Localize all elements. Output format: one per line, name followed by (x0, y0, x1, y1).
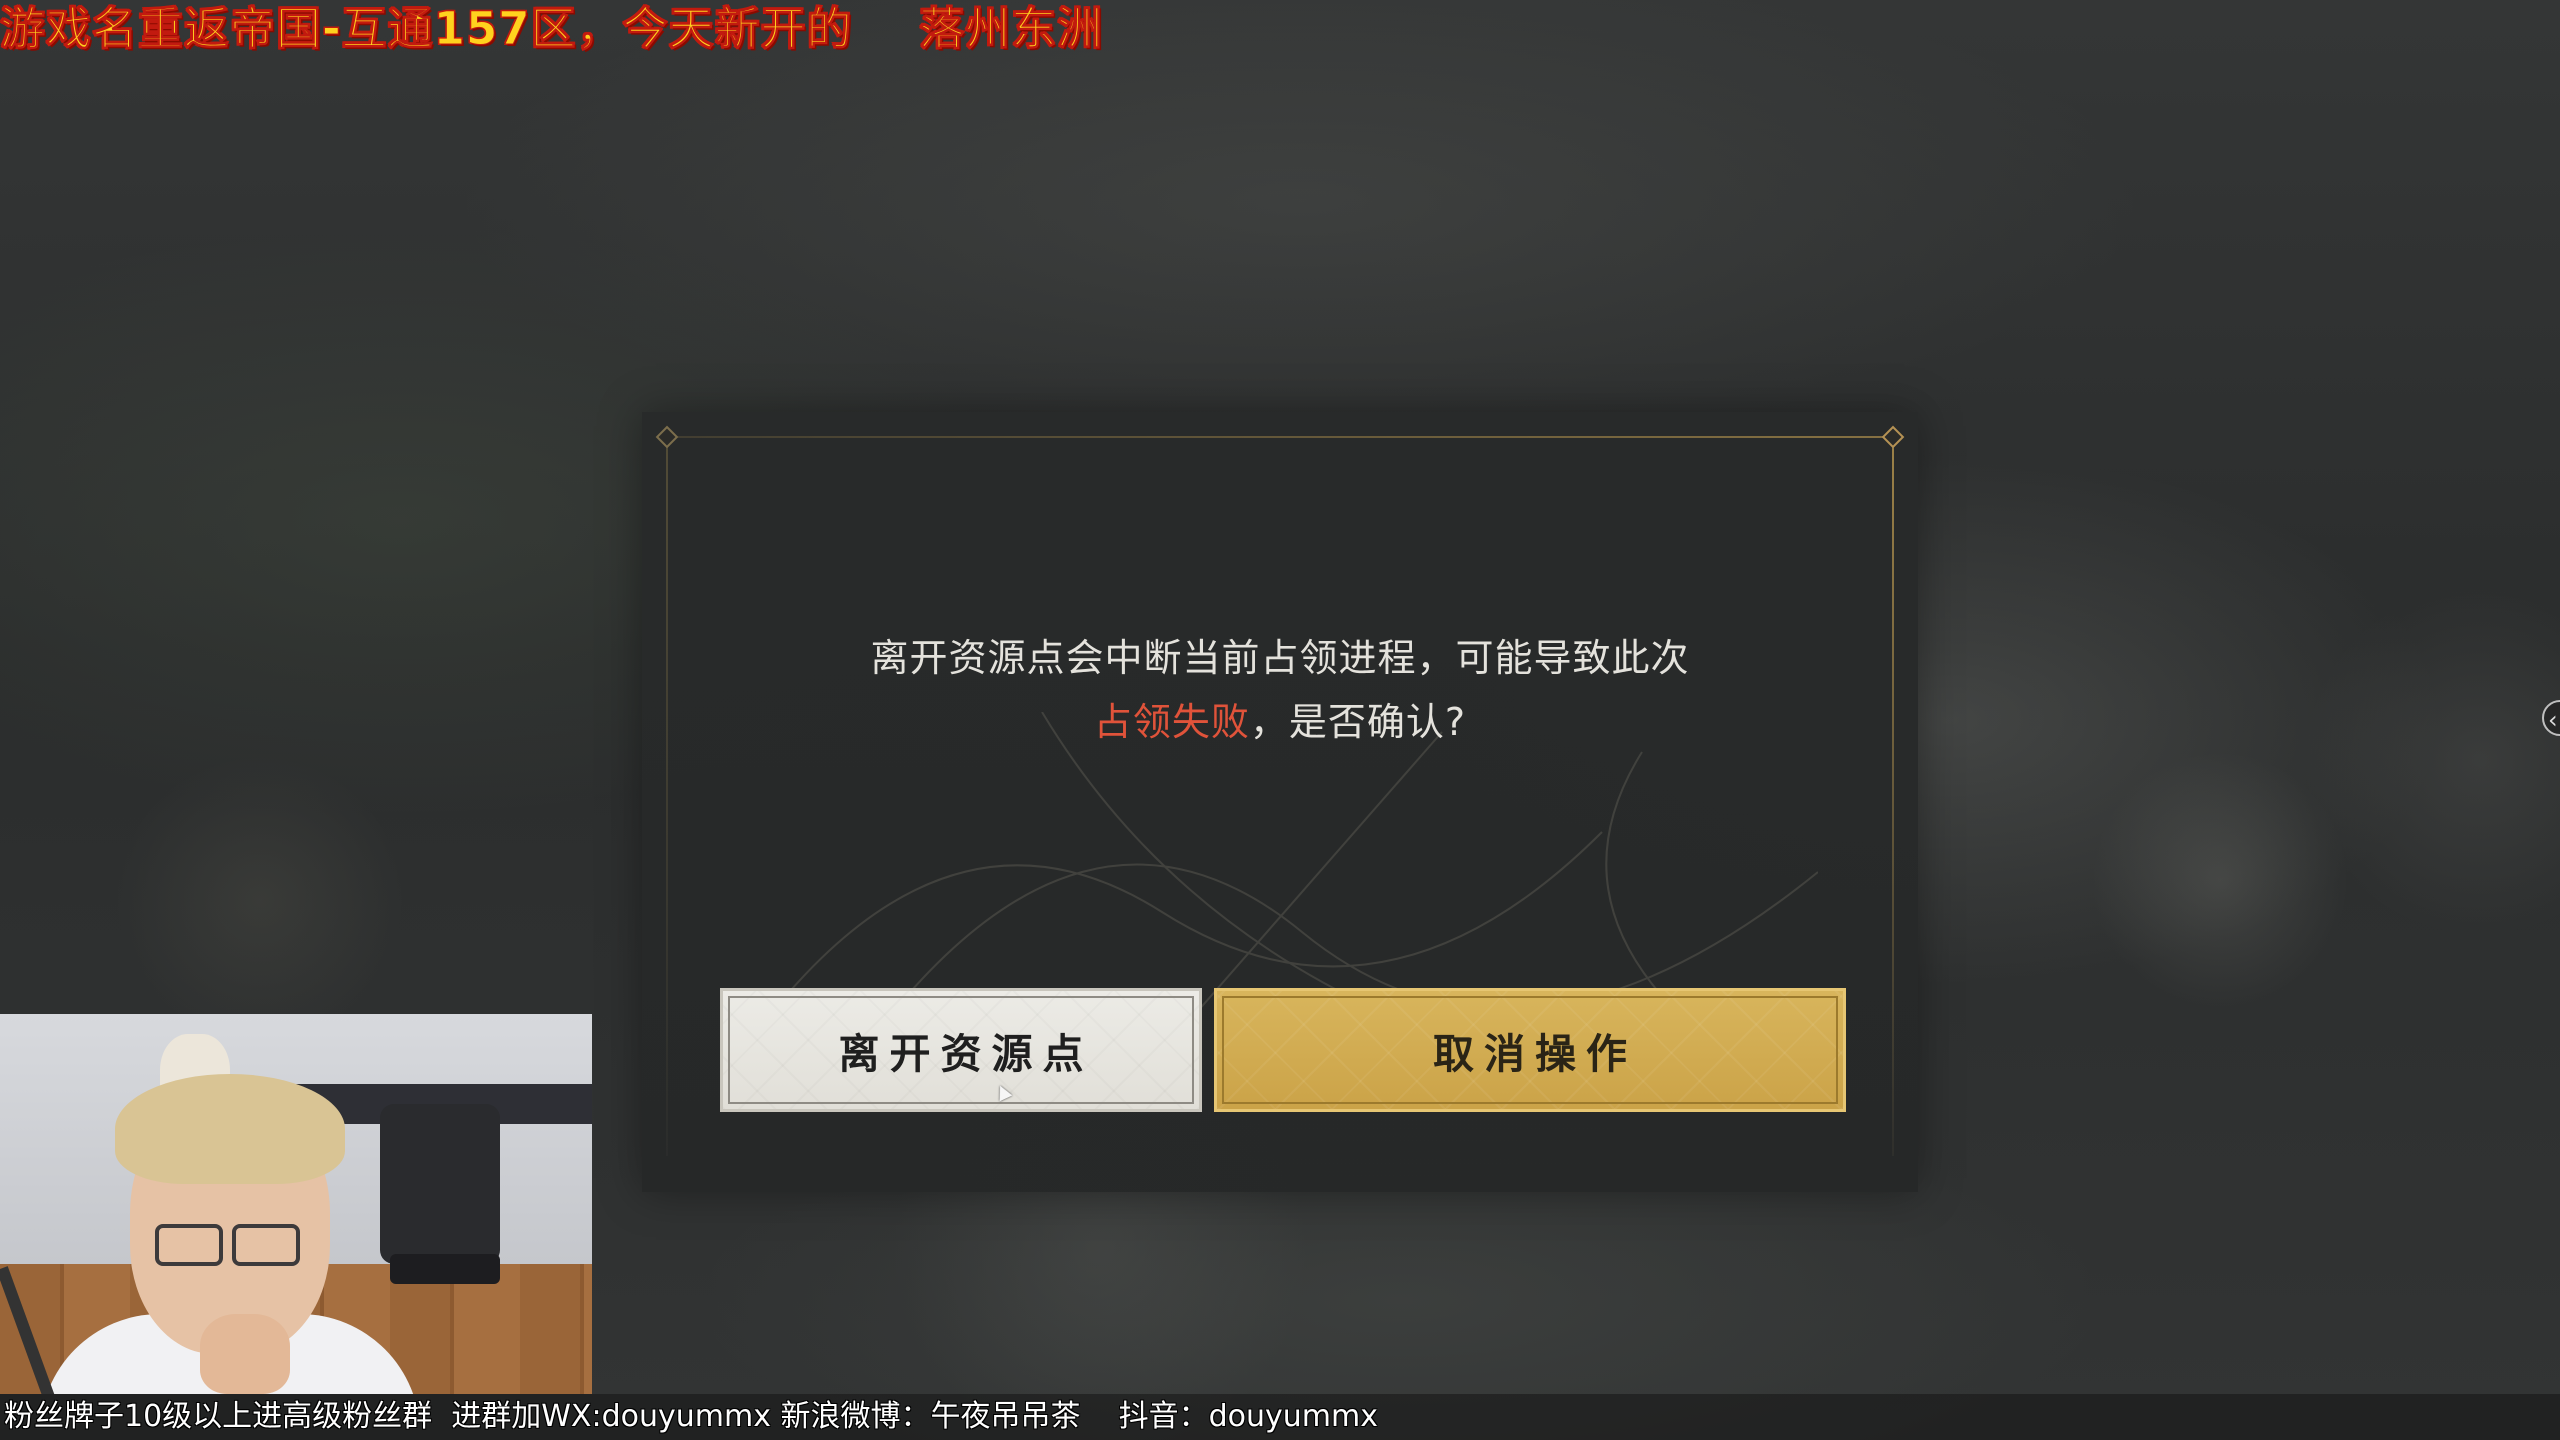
game-screen: 游戏名重返帝国-互通157区，今天新开的 落州东洲 离开资源点会中断当前占领进程… (0, 0, 2560, 1440)
webcam-glasses-left (155, 1224, 223, 1266)
leave-resource-point-button[interactable]: 离开资源点 (720, 988, 1202, 1112)
webcam-glasses-right (232, 1224, 300, 1266)
cancel-button-label: 取消操作 (1433, 1030, 1637, 1078)
webcam-streamer-hair (115, 1074, 345, 1184)
webcam-streamer-hand (200, 1314, 290, 1394)
warning-text: 占领失败 (1093, 700, 1250, 744)
stream-ticker-text: 粉丝牌子10级以上进高级粉丝群 进群加WX:douyummx 新浪微博：午夜吊吊… (4, 1399, 1379, 1434)
cancel-operation-button[interactable]: 取消操作 (1214, 988, 1846, 1112)
confirm-question-text: ，是否确认? (1249, 700, 1467, 744)
dialog-frame-right (1892, 436, 1894, 1156)
webcam-gaming-chair (380, 1104, 500, 1264)
streamer-webcam (0, 1014, 592, 1394)
dialog-message-line-1: 离开资源点会中断当前占领进程，可能导致此次 (870, 636, 1690, 680)
dialog-message: 离开资源点会中断当前占领进程，可能导致此次 占领失败，是否确认? (642, 626, 1918, 754)
leave-button-label: 离开资源点 (838, 1030, 1094, 1078)
dialog-message-line-2: 占领失败，是否确认? (642, 690, 1918, 754)
dialog-frame-left (666, 436, 668, 1156)
webcam-chair-base (390, 1254, 500, 1284)
stream-ticker-bar: 粉丝牌子10级以上进高级粉丝群 进群加WX:douyummx 新浪微博：午夜吊吊… (0, 1394, 2560, 1440)
diamond-ornament-icon (655, 425, 679, 449)
stream-title-overlay: 游戏名重返帝国-互通157区，今天新开的 落州东洲 (0, 2, 1104, 56)
diamond-ornament-icon (1881, 425, 1905, 449)
dialog-frame-top (664, 436, 1890, 438)
confirm-leave-dialog: 离开资源点会中断当前占领进程，可能导致此次 占领失败，是否确认? 离开资源点 取… (642, 412, 1918, 1192)
